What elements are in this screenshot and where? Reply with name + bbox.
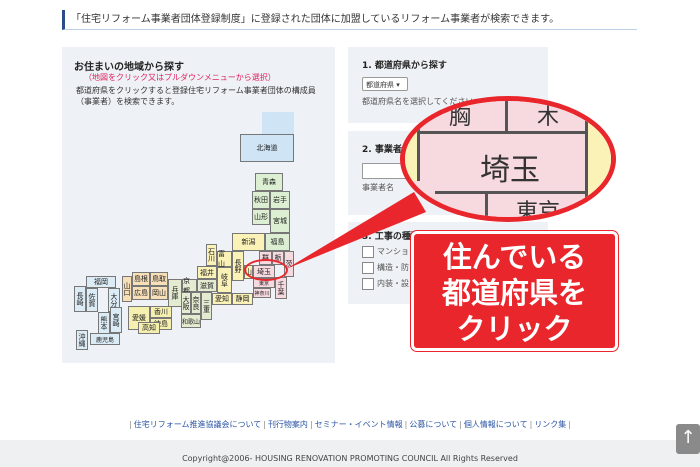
zoom-main-cell: 埼玉 <box>435 143 585 194</box>
callout-line-3: クリック <box>456 312 573 346</box>
footer-link-privacy[interactable]: 個人情報について <box>464 420 528 429</box>
zoom-left-cell <box>405 121 420 181</box>
back-to-top-button[interactable]: ↑ <box>676 424 700 454</box>
footer-link-recruitment[interactable]: 公募について <box>409 420 457 429</box>
callout-line-1: 住んでいる <box>442 240 587 274</box>
footer-link-seminars[interactable]: セミナー・イベント情報 <box>315 420 403 429</box>
copyright: Copyright@2006- HOUSING RENOVATION PROMO… <box>182 454 518 463</box>
zoom-top-cell-1: 胸 <box>415 101 508 134</box>
arrow-up-icon: ↑ <box>680 427 696 448</box>
zoom-magnifier: 胸 木 埼玉 東京 <box>400 96 616 222</box>
footer-link-links[interactable]: リンク集 <box>534 420 566 429</box>
footer-link-publications[interactable]: 刊行物案内 <box>268 420 308 429</box>
footer-links: | 住宅リフォーム推進協議会について | 刊行物案内 | セミナー・イベント情報 | 公募につ… <box>129 420 571 429</box>
click-instruction-callout: 住んでいる 都道府県を クリック <box>411 231 618 351</box>
callout-line-2: 都道府県を <box>441 276 587 310</box>
zoom-top-cell-2: 木 <box>508 101 588 134</box>
footer-link-about[interactable]: 住宅リフォーム推進協議会について <box>134 420 262 429</box>
